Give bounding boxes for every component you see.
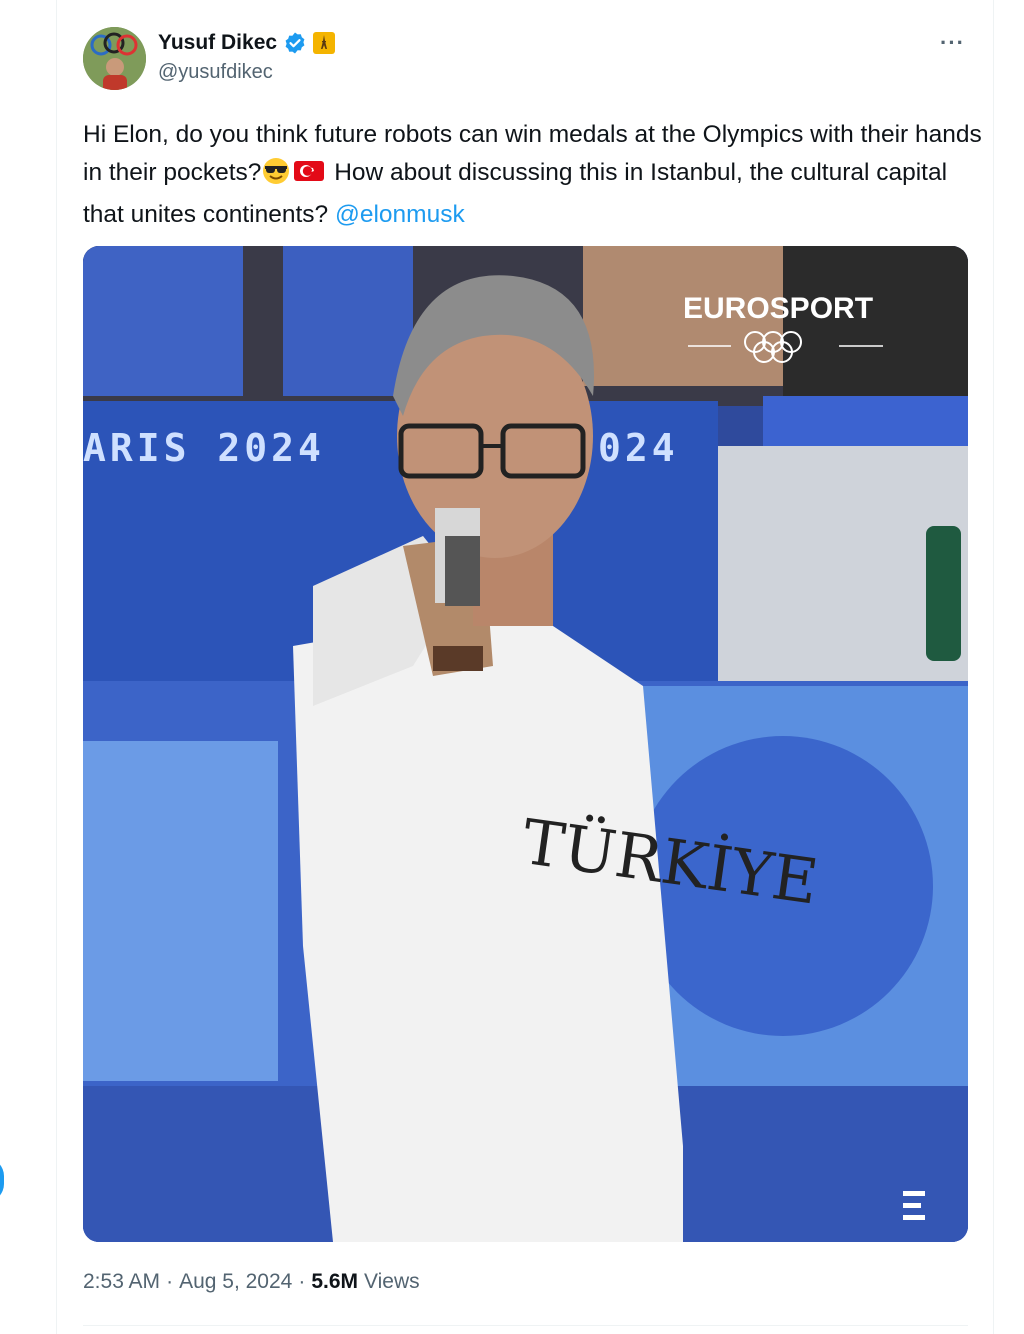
eiffel-tower-icon <box>313 32 336 54</box>
banner-left-text: ARIS 2024 <box>83 426 325 470</box>
verified-badge-icon[interactable] <box>283 31 307 55</box>
tweet-media-image[interactable]: ARIS 2024 024 TÜRKİYE EUROSPORT <box>83 246 968 1242</box>
meta-separator: · <box>166 1270 174 1293</box>
turkey-flag-icon <box>291 157 327 197</box>
tweet-metadata: 2:53 AM · Aug 5, 2024 · 5.6M Views <box>83 1270 420 1294</box>
tweet-date[interactable]: Aug 5, 2024 <box>179 1270 292 1294</box>
more-options-icon[interactable]: ··· <box>940 30 965 56</box>
timeline-border-left <box>56 0 57 1334</box>
meta-separator: · <box>298 1270 306 1293</box>
compose-button-edge[interactable] <box>0 1158 4 1202</box>
author-handle[interactable]: @yusufdikec <box>158 61 273 84</box>
smiling-face-with-sunglasses-icon <box>261 157 291 197</box>
avatar[interactable] <box>83 27 146 90</box>
author-name[interactable]: Yusuf Dikec <box>158 31 277 55</box>
broadcaster-logo-text: EUROSPORT <box>683 292 873 325</box>
views-label: Views <box>364 1270 420 1293</box>
author-row: Yusuf Dikec <box>158 29 336 57</box>
banner-right-text: 024 <box>598 426 679 470</box>
timeline-border-right <box>993 0 994 1334</box>
tweet-time[interactable]: 2:53 AM <box>83 1270 160 1294</box>
tweet-text: Hi Elon, do you think future robots can … <box>83 116 983 234</box>
mention-link[interactable]: @elonmusk <box>335 201 465 228</box>
divider <box>83 1325 968 1326</box>
views-count: 5.6M <box>311 1270 359 1293</box>
